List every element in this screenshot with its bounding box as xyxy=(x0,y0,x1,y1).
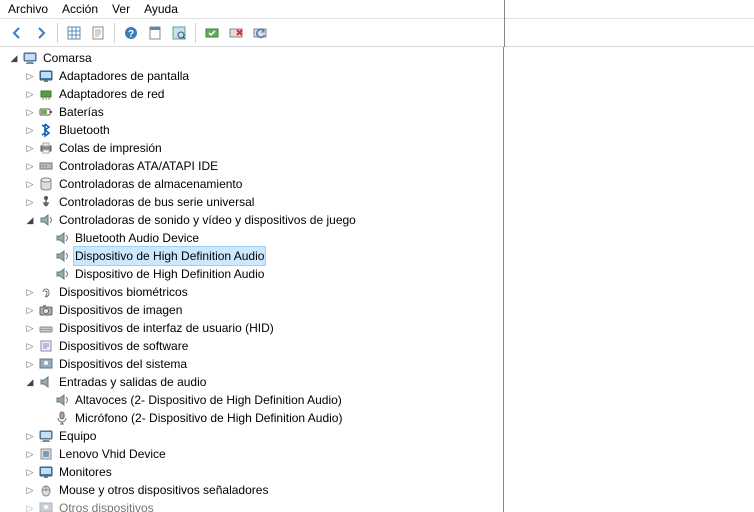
expander-icon[interactable]: ▷ xyxy=(22,463,38,481)
expander-icon[interactable]: ▷ xyxy=(22,481,38,499)
menu-ver[interactable]: Ver xyxy=(112,2,130,16)
tree-item-storage-controllers[interactable]: ▷ Controladoras de almacenamiento xyxy=(0,175,503,193)
tree-item-biometric[interactable]: ▷ Dispositivos biométricos xyxy=(0,283,503,301)
expander-icon[interactable]: ▷ xyxy=(22,139,38,157)
speaker-icon xyxy=(54,266,70,282)
device-tree[interactable]: ◢ Comarsa ▷ Adaptadores de pantalla ▷ Ad… xyxy=(0,47,504,512)
expander-icon[interactable]: ▷ xyxy=(22,157,38,175)
properties-button[interactable] xyxy=(144,22,166,44)
tree-item-speakers[interactable]: Altavoces (2- Dispositivo de High Defini… xyxy=(0,391,503,409)
speaker-icon xyxy=(54,230,70,246)
network-icon xyxy=(38,86,54,102)
forward-button[interactable] xyxy=(30,22,52,44)
tree-item-ata-controllers[interactable]: ▷ Controladoras ATA/ATAPI IDE xyxy=(0,157,503,175)
tree-item-other-devices[interactable]: ▷ Otros dispositivos xyxy=(0,499,503,512)
root-label: Comarsa xyxy=(41,49,94,67)
menu-accion[interactable]: Acción xyxy=(62,2,98,16)
tree-item-system-devices[interactable]: ▷ Dispositivos del sistema xyxy=(0,355,503,373)
tree-item-bt-audio-device[interactable]: Bluetooth Audio Device xyxy=(0,229,503,247)
disable-button[interactable] xyxy=(225,22,247,44)
tree-item-mouse[interactable]: ▷ Mouse y otros dispositivos señaladores xyxy=(0,481,503,499)
tree-item-hd-audio-2[interactable]: Dispositivo de High Definition Audio xyxy=(0,265,503,283)
scan-button[interactable] xyxy=(168,22,190,44)
expander-icon[interactable]: ▷ xyxy=(22,85,38,103)
tree-item-software-devices[interactable]: ▷ Dispositivos de software xyxy=(0,337,503,355)
expander-icon[interactable]: ◢ xyxy=(22,211,38,229)
expander-icon[interactable]: ▷ xyxy=(22,67,38,85)
speaker-icon xyxy=(54,392,70,408)
menu-archivo[interactable]: Archivo xyxy=(8,2,48,16)
ata-icon xyxy=(38,158,54,174)
usb-icon xyxy=(38,194,54,210)
show-hide-tree-button[interactable] xyxy=(63,22,85,44)
expander-icon[interactable]: ▷ xyxy=(22,319,38,337)
tree-item-imaging[interactable]: ▷ Dispositivos de imagen xyxy=(0,301,503,319)
bluetooth-icon xyxy=(38,122,54,138)
tree-item-monitors[interactable]: ▷ Monitores xyxy=(0,463,503,481)
expander-icon[interactable]: ▷ xyxy=(22,427,38,445)
speaker-icon xyxy=(38,212,54,228)
details-pane xyxy=(504,47,754,512)
expander-icon[interactable]: ▷ xyxy=(22,355,38,373)
battery-icon xyxy=(38,104,54,120)
menu-bar: Archivo Acción Ver Ayuda xyxy=(0,0,754,19)
expander-icon[interactable]: ▷ xyxy=(22,445,38,463)
computer-icon xyxy=(38,428,54,444)
help-button[interactable] xyxy=(120,22,142,44)
audio-io-icon xyxy=(38,374,54,390)
update-driver-button[interactable] xyxy=(249,22,271,44)
back-button[interactable] xyxy=(6,22,28,44)
tree-item-audio-io[interactable]: ◢ Entradas y salidas de audio xyxy=(0,373,503,391)
system-icon xyxy=(38,500,54,512)
toolbar xyxy=(0,19,754,47)
biometric-icon xyxy=(38,284,54,300)
tree-item-hd-audio-1[interactable]: Dispositivo de High Definition Audio xyxy=(0,247,503,265)
tree-item-network-adapters[interactable]: ▷ Adaptadores de red xyxy=(0,85,503,103)
storage-icon xyxy=(38,176,54,192)
camera-icon xyxy=(38,302,54,318)
printer-icon xyxy=(38,140,54,156)
tree-item-microphone[interactable]: Micrófono (2- Dispositivo de High Defini… xyxy=(0,409,503,427)
enable-button[interactable] xyxy=(201,22,223,44)
speaker-icon xyxy=(54,248,70,264)
mouse-icon xyxy=(38,482,54,498)
expander-icon[interactable]: ◢ xyxy=(22,373,38,391)
tree-item-sound-controllers[interactable]: ◢ Controladoras de sonido y vídeo y disp… xyxy=(0,211,503,229)
expander-icon[interactable]: ▷ xyxy=(22,283,38,301)
expander-icon[interactable]: ▷ xyxy=(22,103,38,121)
details-button[interactable] xyxy=(87,22,109,44)
tree-item-print-queues[interactable]: ▷ Colas de impresión xyxy=(0,139,503,157)
system-icon xyxy=(38,356,54,372)
expander-icon[interactable]: ▷ xyxy=(22,193,38,211)
software-icon xyxy=(38,338,54,354)
tree-item-hid[interactable]: ▷ Dispositivos de interfaz de usuario (H… xyxy=(0,319,503,337)
monitor-icon xyxy=(38,68,54,84)
expander-icon[interactable]: ▷ xyxy=(22,175,38,193)
expander-icon[interactable]: ◢ xyxy=(6,49,22,67)
computer-icon xyxy=(22,50,38,66)
monitor-icon xyxy=(38,464,54,480)
expander-icon[interactable]: ▷ xyxy=(22,337,38,355)
mic-icon xyxy=(54,410,70,426)
menu-ayuda[interactable]: Ayuda xyxy=(144,2,178,16)
tree-item-usb-controllers[interactable]: ▷ Controladoras de bus serie universal xyxy=(0,193,503,211)
lenovo-icon xyxy=(38,446,54,462)
expander-icon[interactable]: ▷ xyxy=(22,121,38,139)
expander-icon[interactable]: ▷ xyxy=(22,301,38,319)
tree-item-bluetooth[interactable]: ▷ Bluetooth xyxy=(0,121,503,139)
expander-icon[interactable]: ▷ xyxy=(22,499,38,512)
tree-item-display-adapters[interactable]: ▷ Adaptadores de pantalla xyxy=(0,67,503,85)
tree-item-equipment[interactable]: ▷ Equipo xyxy=(0,427,503,445)
tree-root[interactable]: ◢ Comarsa xyxy=(0,49,503,67)
tree-item-batteries[interactable]: ▷ Baterías xyxy=(0,103,503,121)
tree-item-lenovo-vhid[interactable]: ▷ Lenovo Vhid Device xyxy=(0,445,503,463)
hid-icon xyxy=(38,320,54,336)
